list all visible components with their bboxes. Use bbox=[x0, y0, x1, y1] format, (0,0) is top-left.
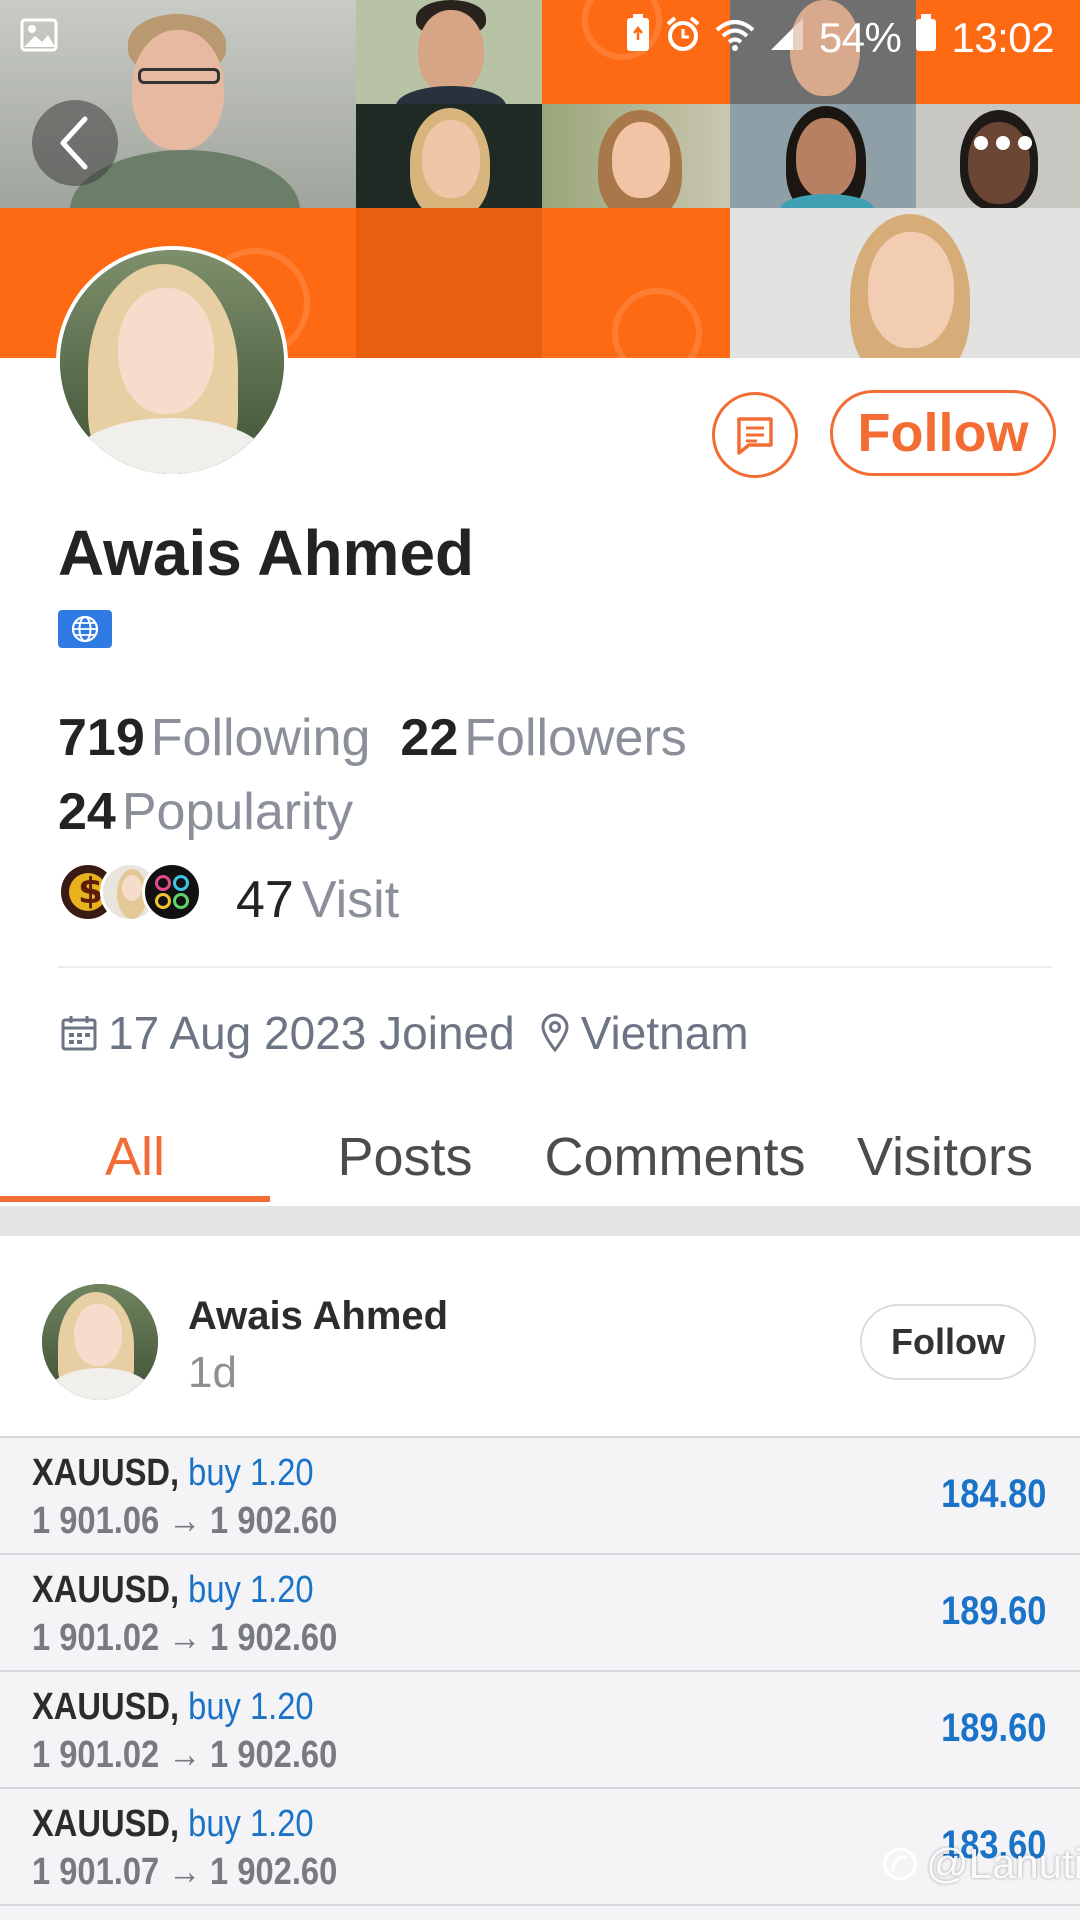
post-follow-button[interactable]: Follow bbox=[860, 1304, 1036, 1380]
post-header: Awais Ahmed 1d Follow bbox=[0, 1236, 1080, 1436]
clock: 13:02 bbox=[951, 14, 1054, 61]
trade-row: XAUUSD, buy 1.20 1 901.06 → 1 902.60 184… bbox=[0, 1438, 1080, 1555]
post-author-name[interactable]: Awais Ahmed bbox=[188, 1294, 448, 1339]
recent-visitors[interactable]: $ bbox=[58, 862, 208, 922]
watermark-logo-icon bbox=[883, 1847, 917, 1881]
trade-row: XAUUSD, buy 1.20 1 901.02 → 1 902.60 189… bbox=[0, 1672, 1080, 1789]
trade-symbol: XAUUSD, bbox=[32, 1569, 180, 1611]
following-count[interactable]: 719 bbox=[58, 708, 145, 768]
following-label[interactable]: Following bbox=[151, 708, 371, 768]
trade-close: 1 902.60 bbox=[210, 1617, 338, 1659]
tab-posts[interactable]: Posts bbox=[270, 1110, 540, 1204]
visitor-avatar bbox=[142, 862, 202, 922]
follow-button[interactable]: Follow bbox=[830, 390, 1056, 476]
followers-label[interactable]: Followers bbox=[464, 708, 687, 768]
post-author-avatar[interactable] bbox=[42, 1284, 158, 1400]
trade-action: buy 1.20 bbox=[188, 1452, 314, 1494]
more-horizontal-icon bbox=[974, 136, 988, 150]
battery-saver-icon bbox=[625, 13, 651, 63]
followers-count[interactable]: 22 bbox=[400, 708, 458, 768]
trade-profit: 189.60 bbox=[940, 1589, 1046, 1633]
divider bbox=[58, 966, 1052, 968]
trade-open: 1 901.07 bbox=[32, 1851, 160, 1893]
battery-percent: 54% bbox=[818, 14, 902, 61]
profile-avatar[interactable] bbox=[56, 246, 288, 478]
cover-photo-6 bbox=[730, 104, 916, 208]
back-button[interactable] bbox=[32, 100, 118, 186]
cover-pattern-tile bbox=[356, 208, 542, 358]
profile-tabs: All Posts Comments Visitors bbox=[0, 1110, 1080, 1204]
joined-date: 17 Aug 2023 Joined bbox=[108, 1007, 515, 1059]
cover-pattern-tile bbox=[542, 208, 730, 358]
more-options-button[interactable] bbox=[944, 100, 1062, 186]
post-timestamp: 1d bbox=[188, 1348, 237, 1397]
watermark-text: @Lanuti bbox=[926, 1840, 1080, 1887]
cover-photo-4 bbox=[356, 104, 542, 208]
status-bar: 54% 13:02 bbox=[0, 0, 1080, 76]
alarm-icon bbox=[665, 14, 701, 62]
trade-action: buy 1.20 bbox=[188, 1803, 314, 1845]
signal-icon bbox=[769, 14, 805, 62]
trade-open: 1 901.02 bbox=[32, 1734, 160, 1776]
tab-comments[interactable]: Comments bbox=[540, 1110, 810, 1204]
profile-meta: 17 Aug 2023 Joined Vietnam bbox=[60, 1006, 773, 1060]
cover-photo-5 bbox=[542, 104, 730, 208]
message-button[interactable] bbox=[712, 392, 798, 478]
trade-close: 1 902.60 bbox=[210, 1500, 338, 1542]
trade-open: 1 901.02 bbox=[32, 1617, 160, 1659]
trade-row: XAUUSD, buy 1.20 1 901.02 → 1 902.60 189… bbox=[0, 1555, 1080, 1672]
trade-open: 1 901.06 bbox=[32, 1500, 160, 1542]
active-tab-indicator bbox=[0, 1196, 270, 1202]
wifi-icon bbox=[715, 14, 755, 62]
trade-symbol: XAUUSD, bbox=[32, 1452, 180, 1494]
trade-close: 1 902.60 bbox=[210, 1851, 338, 1893]
chevron-left-icon bbox=[60, 116, 88, 170]
trade-symbol: XAUUSD, bbox=[32, 1686, 180, 1728]
trade-action: buy 1.20 bbox=[188, 1569, 314, 1611]
trade-close: 1 902.60 bbox=[210, 1734, 338, 1776]
gallery-notification-icon bbox=[20, 18, 58, 52]
globe-icon bbox=[58, 610, 112, 648]
trade-action: buy 1.20 bbox=[188, 1686, 314, 1728]
trade-symbol: XAUUSD, bbox=[32, 1803, 180, 1845]
visit-count[interactable]: 47 bbox=[236, 870, 294, 930]
calendar-icon bbox=[61, 1016, 97, 1051]
battery-icon bbox=[915, 14, 937, 62]
visit-label[interactable]: Visit bbox=[302, 870, 399, 930]
watermark: @Lanuti bbox=[880, 1840, 1080, 1888]
trade-profit: 189.60 bbox=[940, 1706, 1046, 1750]
location: Vietnam bbox=[580, 1007, 749, 1059]
profile-name: Awais Ahmed bbox=[58, 517, 475, 589]
section-separator bbox=[0, 1206, 1080, 1236]
message-icon bbox=[737, 417, 773, 455]
location-pin-icon bbox=[541, 1013, 569, 1053]
popularity-label: Popularity bbox=[121, 783, 354, 841]
popularity-count: 24 bbox=[58, 783, 116, 841]
trade-profit: 184.80 bbox=[940, 1472, 1046, 1516]
cover-photo-8 bbox=[730, 208, 1080, 358]
tab-all[interactable]: All bbox=[0, 1110, 270, 1204]
tab-visitors[interactable]: Visitors bbox=[810, 1110, 1080, 1204]
